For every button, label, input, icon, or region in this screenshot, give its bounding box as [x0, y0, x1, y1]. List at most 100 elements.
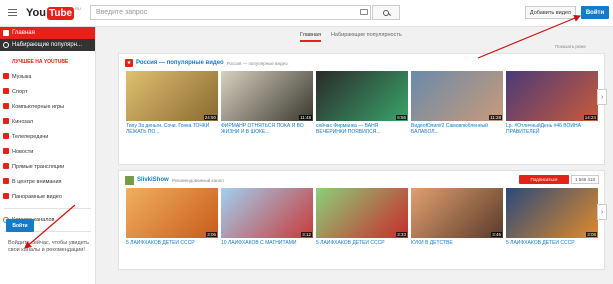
- video-thumbnail[interactable]: 11:48: [221, 71, 313, 121]
- signin-button-top[interactable]: Войти: [581, 6, 609, 19]
- video-card[interactable]: 3:46 КУКИ В ДЕТСТВЕ: [411, 188, 503, 252]
- home-icon: [3, 30, 9, 36]
- video-thumbnail[interactable]: 3:08: [506, 188, 598, 238]
- movies-icon: [3, 118, 9, 124]
- video-thumbnail[interactable]: 6:56: [316, 71, 408, 121]
- video-duration: 11:48: [299, 115, 312, 120]
- youtube-logo[interactable]: You Tube RU: [26, 6, 81, 20]
- trending-icon: [3, 42, 9, 48]
- video-card[interactable]: 3:12 10 ЛАЙФХАКОВ С МАГНИТАМИ: [221, 188, 313, 252]
- spotlight-icon: [3, 178, 9, 184]
- sidebar-divider: [4, 208, 91, 209]
- shelf-trending: ★ Россия — популярные видео Россия — поп…: [118, 53, 607, 165]
- tab-home[interactable]: Главная: [300, 32, 321, 42]
- video-title[interactable]: 5 ЛАЙФХАКОВ ДЕТЕЙ СССР: [316, 240, 408, 252]
- sidebar-item-label: Панорамные видео: [12, 193, 62, 200]
- video-duration: 3:46: [491, 232, 502, 237]
- shelf-title[interactable]: SlivkiShow: [137, 177, 169, 183]
- shelf-header: SlivkiShow Рекомендованный канал: [125, 175, 224, 185]
- sidebar-item-movies[interactable]: Кинозал: [0, 114, 95, 129]
- sidebar-item-label: Новости: [12, 148, 34, 155]
- video-thumbnail[interactable]: 14:24: [506, 71, 598, 121]
- feed-tabs: Главная Набирающие популярность: [300, 32, 402, 42]
- shelf-channel: SlivkiShow Рекомендованный канал Подписа…: [118, 170, 607, 270]
- video-thumbnail[interactable]: 3:06: [126, 188, 218, 238]
- tv-icon: [3, 133, 9, 139]
- upload-button[interactable]: Добавить видео: [525, 6, 576, 19]
- shelf-next-button[interactable]: ›: [597, 89, 607, 105]
- signin-prompt: Войдите сейчас, чтобы увидеть свои канал…: [8, 240, 89, 253]
- shelf-header: ★ Россия — популярные видео Россия — поп…: [125, 58, 288, 68]
- video-thumbnail[interactable]: 24:50: [126, 71, 218, 121]
- video-title[interactable]: Lp. #ОтличныйДень #46 ВОЙНА ПРАВИТЕЛЕЙ: [506, 123, 598, 135]
- sidebar-item-label: Музыка: [12, 73, 32, 80]
- sidebar-item-tv[interactable]: Телепередачи: [0, 129, 95, 144]
- sidebar-item-sport[interactable]: Спорт: [0, 84, 95, 99]
- video-card[interactable]: 3:08 5 ЛАЙФХАКОВ ДЕТЕЙ СССР: [506, 188, 598, 252]
- video-card[interactable]: 14:24 Lp. #ОтличныйДень #46 ВОЙНА ПРАВИТ…: [506, 71, 598, 135]
- shelf-subtitle: Рекомендованный канал: [171, 177, 224, 183]
- sidebar-item-trending[interactable]: Набирающие популярн...: [0, 39, 95, 51]
- show-less-link[interactable]: Показать реже: [555, 44, 586, 49]
- video-thumbnail[interactable]: 3:46: [411, 188, 503, 238]
- keyboard-icon[interactable]: [360, 9, 368, 15]
- youtube-play-icon: ★: [125, 59, 133, 67]
- sidebar-item-music[interactable]: Музыка: [0, 69, 95, 84]
- shelf-next-button[interactable]: ›: [597, 204, 607, 220]
- sidebar-item-label: Главная: [12, 30, 35, 36]
- shelf-subtitle: Россия — популярные видео: [226, 60, 288, 66]
- sidebar-item-label: Телепередачи: [12, 133, 49, 140]
- sidebar-item-360[interactable]: Панорамные видео: [0, 189, 95, 204]
- sidebar-item-gaming[interactable]: Компьютерные игры: [0, 99, 95, 114]
- sidebar-item-label: Компьютерные игры: [12, 103, 65, 110]
- video-title[interactable]: ВидеоЮлия#2 Самовлюбленный БАЛАБОЛ...: [411, 123, 503, 135]
- sidebar-item-label: Набирающие популярн...: [12, 42, 83, 48]
- video-row: 3:06 5 ЛАЙФХАКОВ ДЕТЕЙ СССР 3:12 10 ЛАЙФ…: [126, 188, 598, 252]
- shelf-title[interactable]: Россия — популярные видео: [136, 60, 224, 66]
- video-title[interactable]: 5 ЛАЙФХАКОВ ДЕТЕЙ СССР: [126, 240, 218, 252]
- sidebar-item-live[interactable]: Прямые трансляции: [0, 159, 95, 174]
- signin-button-sidebar[interactable]: Войти: [6, 219, 34, 232]
- video-title[interactable]: Типу За деньги. Сочи. Гонка ТОЧКИ ЛЕЖАТЬ…: [126, 123, 218, 135]
- live-icon: [3, 163, 9, 169]
- video-title[interactable]: сейчас Фирманка — ВАНЯ ВЕЧЕРИНКИ ПОЯВИЛС…: [316, 123, 408, 135]
- music-icon: [3, 73, 9, 79]
- sidebar-item-news[interactable]: Новости: [0, 144, 95, 159]
- tab-trending[interactable]: Набирающие популярность: [331, 32, 402, 42]
- video-title[interactable]: 10 ЛАЙФХАКОВ С МАГНИТАМИ: [221, 240, 313, 252]
- video-card[interactable]: 3:33 5 ЛАЙФХАКОВ ДЕТЕЙ СССР: [316, 188, 408, 252]
- video-duration: 3:06: [206, 232, 217, 237]
- video-card[interactable]: 11:28 ВидеоЮлия#2 Самовлюбленный БАЛАБОЛ…: [411, 71, 503, 135]
- video-thumbnail[interactable]: 3:33: [316, 188, 408, 238]
- video-card[interactable]: 3:06 5 ЛАЙФХАКОВ ДЕТЕЙ СССР: [126, 188, 218, 252]
- search-button[interactable]: [372, 5, 400, 20]
- video-title[interactable]: 5 ЛАЙФХАКОВ ДЕТЕЙ СССР: [506, 240, 598, 252]
- news-icon: [3, 148, 9, 154]
- video-card[interactable]: 11:48 ФИРМАНР ОТНЯТЬСЯ ПОКА Я ВО ЖИЗНИ И…: [221, 71, 313, 135]
- video-title[interactable]: ФИРМАНР ОТНЯТЬСЯ ПОКА Я ВО ЖИЗНИ И В ШОК…: [221, 123, 313, 135]
- video-duration: 3:33: [396, 232, 407, 237]
- sidebar-item-home[interactable]: Главная: [0, 27, 95, 39]
- video-duration: 24:50: [203, 115, 217, 120]
- chevron-right-icon: ›: [600, 93, 604, 101]
- sidebar-item-spotlight[interactable]: В центре внимания: [0, 174, 95, 189]
- search-input[interactable]: Введите запрос: [90, 5, 371, 20]
- menu-icon[interactable]: [8, 9, 17, 17]
- video-thumbnail[interactable]: 3:12: [221, 188, 313, 238]
- video-duration: 3:08: [586, 232, 597, 237]
- chevron-right-icon: ›: [600, 208, 604, 216]
- video-card[interactable]: 6:56 сейчас Фирманка — ВАНЯ ВЕЧЕРИНКИ ПО…: [316, 71, 408, 135]
- logo-you: You: [26, 7, 46, 19]
- channel-avatar[interactable]: [125, 175, 134, 185]
- video-duration: 6:56: [396, 115, 407, 120]
- video-title[interactable]: КУКИ В ДЕТСТВЕ: [411, 240, 503, 252]
- subscribe-button[interactable]: Подписаться: [519, 175, 569, 184]
- video-card[interactable]: 24:50 Типу За деньги. Сочи. Гонка ТОЧКИ …: [126, 71, 218, 135]
- video-row: 24:50 Типу За деньги. Сочи. Гонка ТОЧКИ …: [126, 71, 598, 135]
- top-bar: You Tube RU Введите запрос Добавить виде…: [0, 0, 613, 27]
- sidebar: Главная Набирающие популярн... ЛУЧШЕЕ НА…: [0, 27, 96, 284]
- logo-region: RU: [75, 6, 81, 11]
- video-thumbnail[interactable]: 11:28: [411, 71, 503, 121]
- 360-video-icon: [3, 193, 9, 199]
- gaming-icon: [3, 103, 9, 109]
